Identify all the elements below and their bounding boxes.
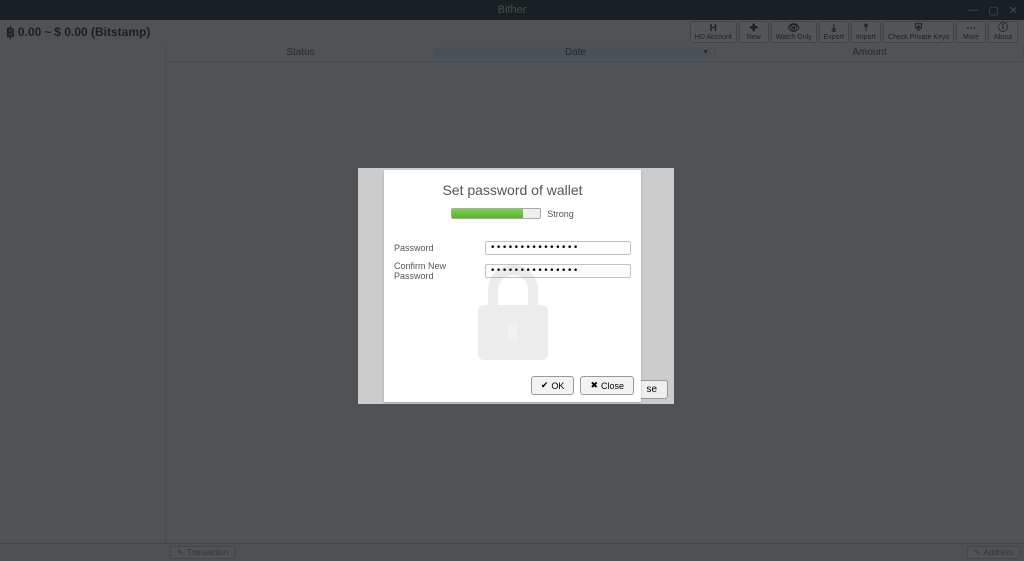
check-icon: ✔ <box>541 380 549 391</box>
password-row: Password <box>394 241 631 255</box>
close-icon: ✖ <box>590 380 598 391</box>
ok-button[interactable]: ✔ OK <box>531 376 575 395</box>
strength-bar <box>451 208 541 219</box>
confirm-password-input[interactable] <box>485 264 631 278</box>
strength-fill <box>452 209 522 218</box>
confirm-password-row: Confirm New Password <box>394 261 631 281</box>
ok-label: OK <box>551 381 564 391</box>
set-password-dialog: Set password of wallet Strong Password C… <box>384 170 641 402</box>
strength-label: Strong <box>547 209 574 219</box>
close-label: Close <box>601 381 624 391</box>
confirm-password-label: Confirm New Password <box>394 261 480 281</box>
strength-meter: Strong <box>384 208 641 219</box>
close-button[interactable]: ✖ Close <box>580 376 634 395</box>
password-label: Password <box>394 243 480 253</box>
dialog-footer: ✔ OK ✖ Close <box>384 369 641 402</box>
password-input[interactable] <box>485 241 631 255</box>
dialog-title: Set password of wallet <box>384 170 641 208</box>
